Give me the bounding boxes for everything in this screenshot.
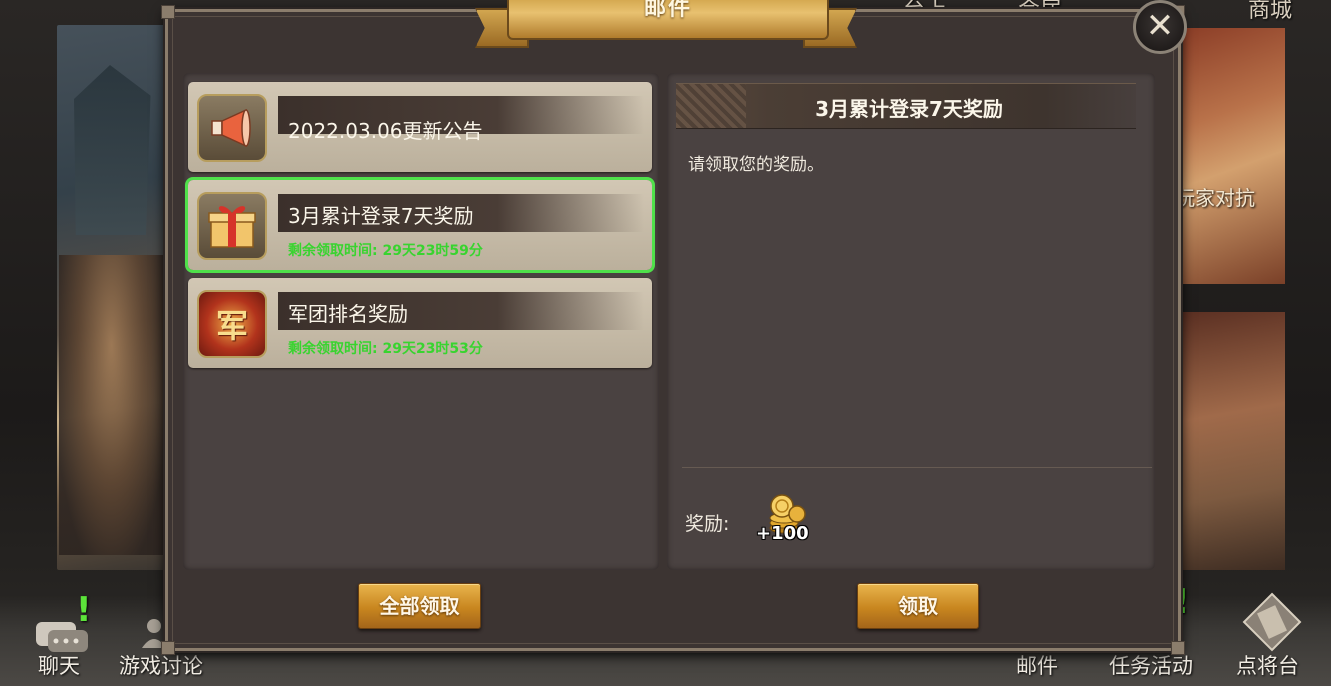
frame-corner bbox=[161, 641, 175, 655]
chat-alert-badge: ! bbox=[76, 590, 92, 630]
dialog-title: 邮件 bbox=[643, 0, 692, 21]
pvp-label: 玩家对抗 bbox=[1175, 186, 1255, 210]
mail-list-item-legion-reward[interactable]: 军 军团排名奖励 剩余领取时间: 29天23时53分 bbox=[188, 278, 652, 368]
detail-body-text: 请领取您的奖励。 bbox=[688, 155, 824, 175]
background-art-pvp[interactable] bbox=[1172, 28, 1285, 284]
pagoda-art bbox=[74, 65, 151, 235]
general-platform-icon bbox=[1242, 592, 1302, 652]
mail-item-icon-frame bbox=[197, 192, 267, 260]
bottom-nav-label-mail: 邮件 bbox=[1016, 654, 1058, 678]
frame-corner bbox=[161, 5, 175, 19]
bottom-nav-label-general-platform: 点将台 bbox=[1236, 654, 1299, 678]
mail-title: 2022.03.06更新公告 bbox=[288, 119, 483, 143]
detail-divider bbox=[682, 467, 1152, 468]
mail-title: 军团排名奖励 bbox=[288, 302, 408, 326]
claim-button[interactable]: 领取 bbox=[857, 583, 979, 629]
mail-item-icon-frame bbox=[197, 94, 267, 162]
mail-detail-panel bbox=[667, 73, 1155, 570]
reward-label: 奖励: bbox=[685, 513, 730, 535]
background-art-battle[interactable] bbox=[1172, 312, 1285, 570]
close-button[interactable]: ✕ bbox=[1133, 0, 1187, 54]
frame-corner bbox=[1171, 641, 1185, 655]
claim-all-button[interactable]: 全部领取 bbox=[358, 583, 481, 629]
top-menu-shop[interactable]: 商城 bbox=[1248, 0, 1292, 24]
detail-title: 3月累计登录7天奖励 bbox=[815, 97, 1003, 121]
reward-amount: +100 bbox=[756, 523, 809, 544]
mail-expiry-timer: 剩余领取时间: 29天23时59分 bbox=[288, 243, 483, 259]
dialog-title-banner: 邮件 bbox=[475, 0, 857, 54]
megaphone-icon bbox=[211, 108, 251, 148]
bottom-nav-label-chat: 聊天 bbox=[38, 654, 80, 678]
mail-list-item-announcement[interactable]: 2022.03.06更新公告 bbox=[188, 82, 652, 172]
mail-list-item-login-reward[interactable]: 3月累计登录7天奖励 剩余领取时间: 29天23时59分 bbox=[188, 180, 652, 270]
close-icon: ✕ bbox=[1145, 6, 1175, 46]
banner-center: 邮件 bbox=[507, 0, 829, 40]
mail-title: 3月累计登录7天奖励 bbox=[288, 204, 474, 228]
legion-emblem-icon: 军 bbox=[215, 307, 248, 345]
gift-box-icon bbox=[208, 206, 256, 248]
mail-expiry-timer: 剩余领取时间: 29天23时53分 bbox=[288, 341, 483, 357]
mail-item-icon-frame: 军 bbox=[197, 290, 267, 358]
background-art-left bbox=[57, 25, 167, 570]
warrior-art bbox=[59, 255, 164, 555]
